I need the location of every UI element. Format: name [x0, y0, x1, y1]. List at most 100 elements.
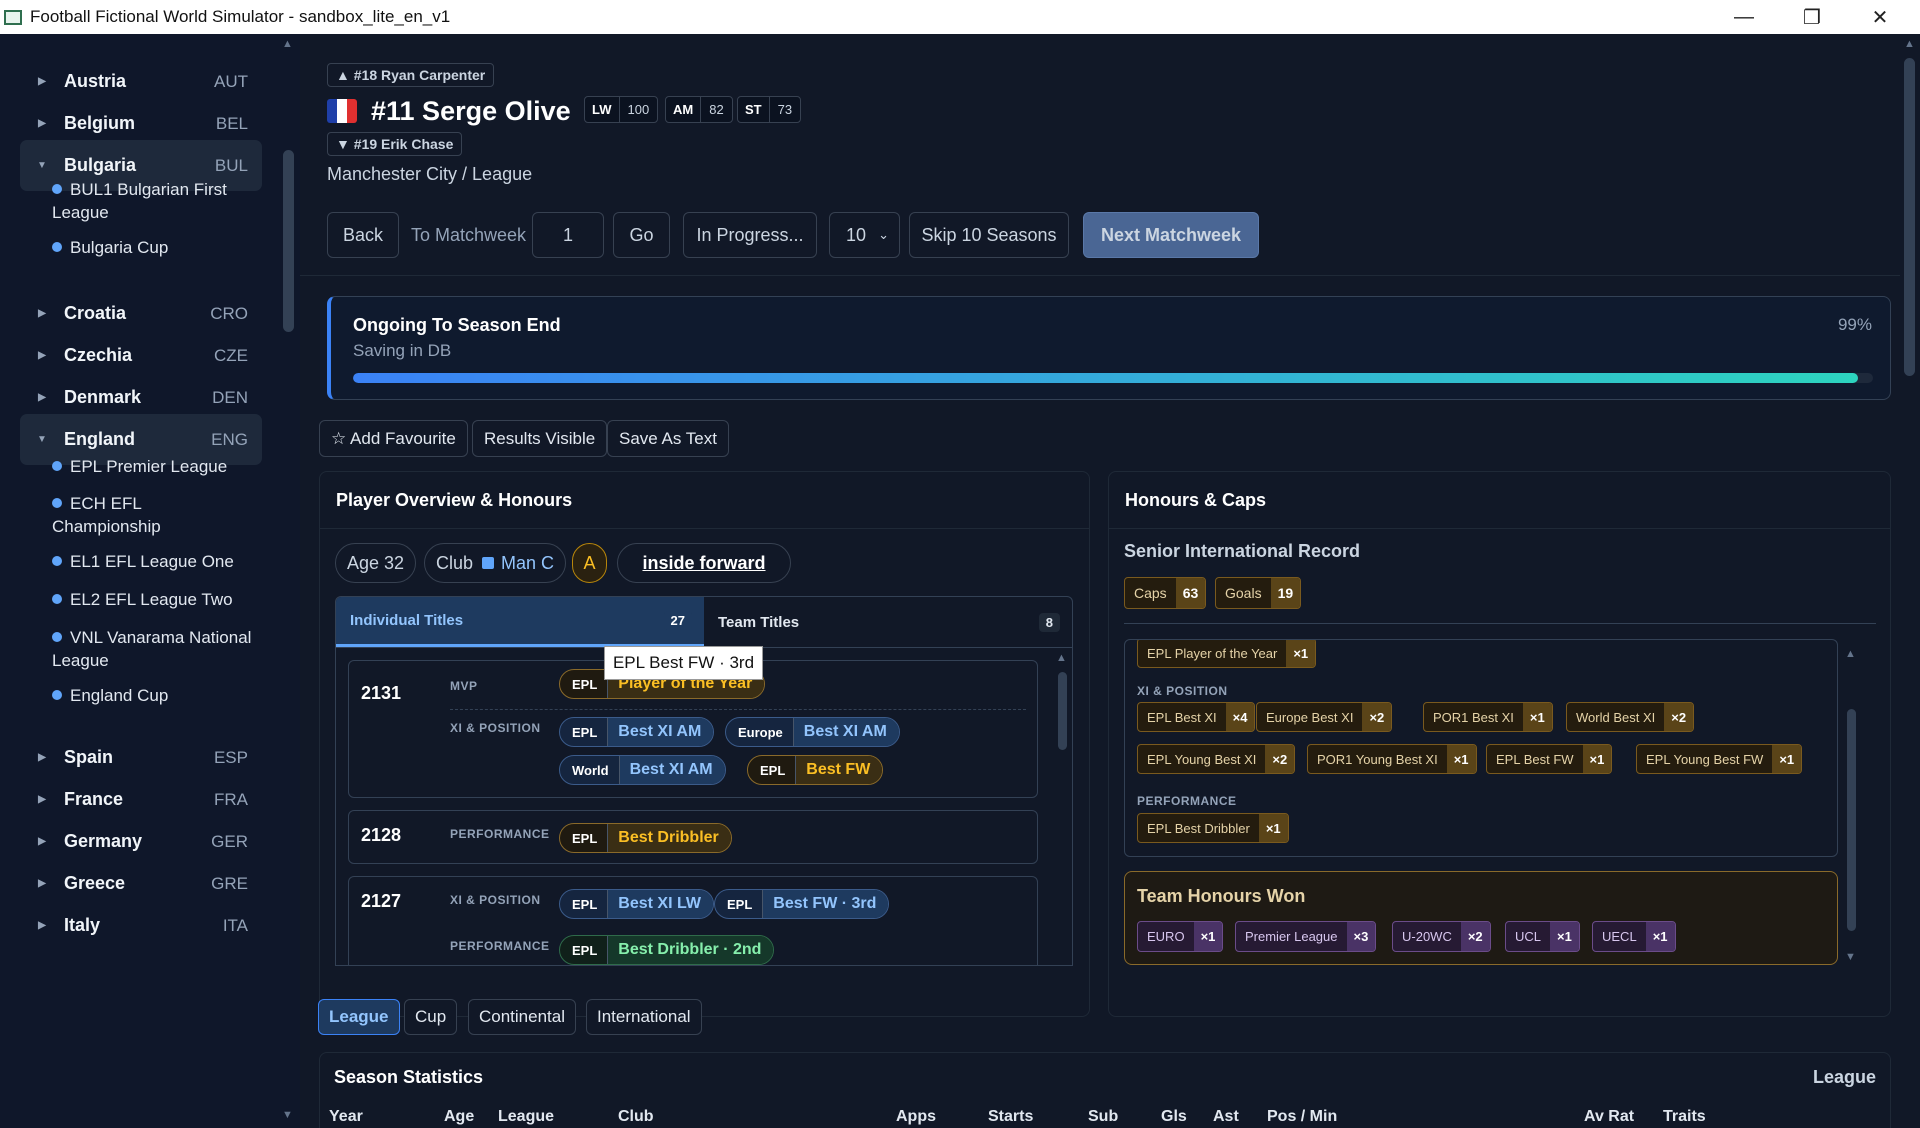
table-header-cell: Ast — [1213, 1108, 1239, 1125]
club-color-icon — [482, 557, 495, 569]
scroll-up-icon[interactable]: ▲ — [1056, 652, 1067, 664]
position-rating: 82 — [709, 102, 724, 117]
position-rating: 100 — [627, 102, 650, 117]
skip-seasons-button[interactable]: Skip 10 Seasons — [909, 212, 1069, 258]
sidebar-item-label: Bulgaria — [64, 155, 137, 175]
country-code: ENG — [211, 429, 248, 449]
back-button[interactable]: Back — [327, 212, 399, 258]
filter-tab-international[interactable]: International — [586, 999, 702, 1035]
honour-count: ×1 — [1258, 814, 1288, 842]
sidebar-league-item[interactable]: England Cup — [52, 684, 252, 707]
honour-badge: Europe Best XI ×2 — [1256, 702, 1393, 732]
player-header: ▲ #18 Ryan Carpenter #11 Serge Olive LW 1… — [300, 34, 1900, 276]
position-badge-st: ST 73 — [737, 96, 802, 123]
sidebar-league-item[interactable]: ECH EFL Championship — [52, 492, 252, 538]
sidebar-league-item[interactable]: EL2 EFL League Two — [52, 588, 252, 611]
chevron-right-icon: ▶ — [38, 878, 46, 889]
honours-scrollbar[interactable] — [1847, 709, 1856, 931]
honours-list: EPL Player of the Year ×1 XI & POSITION EPL… — [1124, 639, 1838, 857]
country-code: AUT — [214, 71, 248, 91]
sidebar-league-item[interactable]: VNL Vanarama National League — [52, 626, 252, 672]
league-label: EL2 EFL League Two — [70, 590, 233, 609]
individual-titles-list: ▲ 2131 MVP EPL Player of the Year XI & POSIT… — [335, 648, 1073, 966]
country-code: GRE — [211, 873, 248, 893]
honour-badge: POR1 Best XI ×1 — [1423, 702, 1553, 732]
honour-badge: EPL Best FW ×1 — [1486, 744, 1613, 774]
main-scrollbar[interactable] — [1904, 58, 1915, 376]
sidebar-league-item[interactable]: EPL Premier League — [52, 455, 252, 478]
progress-card: Ongoing To Season End Saving in DB 99% — [327, 296, 1891, 400]
country-code: ESP — [213, 747, 248, 767]
honour-badge: EPL Best XI ×4 — [1137, 702, 1256, 732]
team-honour-badge: EURO ×1 — [1137, 921, 1224, 952]
award-pill: EPL Best Dribbler — [559, 823, 732, 853]
add-favourite-button[interactable]: ☆ Add Favourite — [319, 420, 468, 457]
sidebar-item-label: Croatia — [64, 303, 127, 323]
divider — [1124, 623, 1876, 624]
award-competition: EPL — [560, 936, 609, 964]
sidebar-league-item[interactable]: EL1 EFL League One — [52, 550, 252, 573]
country-code: BUL — [214, 155, 248, 175]
filter-tab-cup[interactable]: Cup — [404, 999, 458, 1035]
award-category: PERFORMANCE — [450, 939, 550, 953]
sidebar-item-label: Germany — [64, 831, 143, 851]
matchweek-input[interactable]: 1 — [532, 212, 604, 258]
award-competition: EPL — [748, 756, 797, 784]
role-chip: inside forward — [617, 543, 791, 583]
country-code: BEL — [215, 113, 248, 133]
scroll-up-icon[interactable]: ▲ — [1904, 38, 1915, 50]
tab-label: Team Titles — [718, 613, 800, 631]
award-pill: World Best XI AM — [559, 755, 726, 785]
award-competition: EPL — [560, 670, 609, 698]
titles-scrollbar[interactable] — [1058, 672, 1067, 750]
close-icon[interactable]: ✕ — [1846, 0, 1914, 34]
sidebar-item-label: Austria — [64, 71, 127, 91]
award-pill: Europe Best XI AM — [725, 717, 900, 747]
honour-count: ×1 — [1522, 703, 1552, 731]
honour-label: EPL Young Best FW — [1646, 751, 1764, 767]
save-as-text-button[interactable]: Save As Text — [607, 420, 729, 457]
team-honour-label: UECL — [1602, 929, 1637, 944]
filter-tab-continental[interactable]: Continental — [468, 999, 577, 1035]
table-header-cell: Traits — [1663, 1108, 1706, 1125]
scroll-down-icon[interactable]: ▼ — [282, 1109, 293, 1121]
minimize-icon[interactable]: — — [1710, 0, 1778, 34]
team-honour-label: Premier League — [1245, 929, 1338, 944]
sidebar-item-italy[interactable]: ▶ Italy ITA — [20, 900, 262, 951]
scroll-down-icon[interactable]: ▼ — [1845, 951, 1856, 963]
team-honour-badge: UECL ×1 — [1592, 921, 1676, 952]
next-player-link[interactable]: ▼ #19 Erik Chase — [327, 132, 463, 156]
honour-count: ×1 — [1582, 745, 1612, 773]
league-label: ECH EFL Championship — [52, 494, 161, 536]
tab-team-titles[interactable]: Team Titles 8 — [704, 597, 1072, 647]
team-honour-label: U-20WC — [1402, 929, 1452, 944]
go-button[interactable]: Go — [613, 212, 670, 258]
honours-title: Honours & Caps — [1109, 472, 1890, 529]
sidebar-scrollbar[interactable] — [283, 150, 294, 332]
sidebar-league-item[interactable]: BUL1 Bulgarian First League — [52, 178, 252, 224]
player-overview-panel: Player Overview & Honours Age 32 Club Ma… — [319, 471, 1090, 1017]
honour-badge: EPL Young Best FW ×1 — [1636, 744, 1803, 774]
scroll-up-icon[interactable]: ▲ — [282, 38, 293, 50]
prev-player-link[interactable]: ▲ #18 Ryan Carpenter — [327, 63, 495, 87]
maximize-icon[interactable]: ❐ — [1778, 0, 1846, 34]
league-label: England Cup — [70, 686, 169, 705]
team-honour-badge: UCL ×1 — [1505, 921, 1580, 952]
results-visible-button[interactable]: Results Visible — [472, 420, 608, 457]
to-matchweek-label: To Matchweek — [411, 224, 527, 245]
season-stats-scope: League — [1812, 1067, 1876, 1087]
position-label: LW — [585, 97, 620, 122]
club-name: Man C — [501, 552, 555, 573]
award-pill: EPL Best FW · 3rd — [714, 889, 890, 919]
next-matchweek-button[interactable]: Next Matchweek — [1083, 212, 1259, 258]
award-title: Best XI LW — [608, 890, 713, 918]
sidebar-league-item[interactable]: Bulgaria Cup — [52, 236, 252, 259]
chevron-down-icon: ▼ — [37, 434, 47, 445]
in-progress-button[interactable]: In Progress... — [683, 212, 817, 258]
tab-individual-titles[interactable]: Individual Titles 27 — [336, 597, 704, 647]
scroll-up-icon[interactable]: ▲ — [1845, 648, 1856, 660]
filter-tab-league[interactable]: League — [318, 999, 400, 1035]
table-header-cell: League — [498, 1108, 555, 1125]
seasons-select[interactable]: 10 ⌄ — [829, 212, 900, 258]
honour-count: ×2 — [1265, 745, 1295, 773]
